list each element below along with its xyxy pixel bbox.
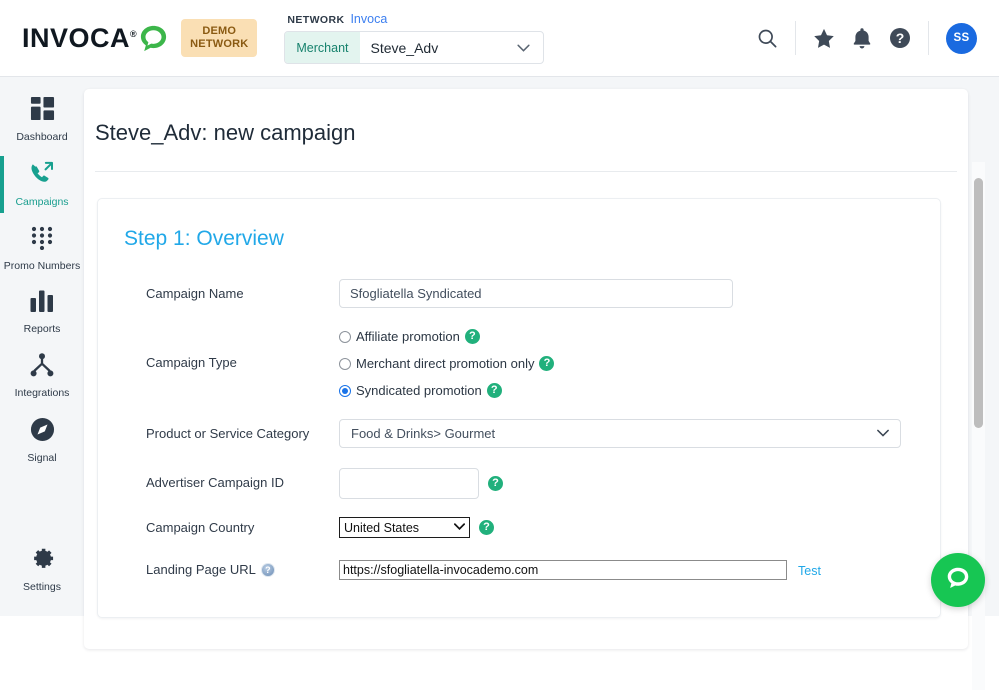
radio-button[interactable] xyxy=(339,331,351,343)
logo-wordmark: INVOCA® xyxy=(22,23,137,54)
network-breadcrumb: NETWORK Invoca xyxy=(284,12,544,26)
sidebar-item-label: Campaigns xyxy=(15,196,68,208)
nodes-icon xyxy=(30,353,54,382)
sidebar-item-label: Promo Numbers xyxy=(4,260,80,272)
chevron-down-icon xyxy=(454,522,465,533)
product-category-label: Product or Service Category xyxy=(146,419,339,441)
demo-badge-line2: NETWORK xyxy=(190,38,248,51)
step-overview-card: Step 1: Overview Campaign Name Sfogliate… xyxy=(97,198,941,618)
advertiser-campaign-id-input[interactable] xyxy=(339,468,479,499)
radio-option-syndicated[interactable]: Syndicated promotion ? xyxy=(339,379,502,402)
header-divider-2 xyxy=(928,21,929,55)
campaign-type-label: Campaign Type xyxy=(146,325,339,370)
gear-icon xyxy=(30,546,55,576)
help-circle-icon[interactable]: ? xyxy=(889,27,911,49)
keypad-dots-icon xyxy=(30,226,54,255)
sidebar-item-promo-numbers[interactable]: Promo Numbers xyxy=(0,217,84,281)
campaign-name-input[interactable]: Sfogliatella Syndicated xyxy=(339,279,733,308)
advertiser-campaign-id-label: Advertiser Campaign ID xyxy=(146,468,339,490)
radio-label: Syndicated promotion xyxy=(356,383,482,398)
network-selector-block: NETWORK Invoca Merchant Steve_Adv xyxy=(284,12,544,64)
svg-text:?: ? xyxy=(896,30,905,46)
vertical-scrollbar-track[interactable] xyxy=(972,162,985,690)
help-icon[interactable]: ? xyxy=(539,356,554,371)
campaign-country-value: United States xyxy=(344,521,419,535)
grid-icon xyxy=(30,96,55,126)
sidebar-nav: Dashboard Campaigns Promo Numbers xyxy=(0,77,84,616)
phone-forward-icon xyxy=(29,161,55,191)
merchant-tag-label: Merchant xyxy=(285,32,359,63)
sidebar-item-campaigns[interactable]: Campaigns xyxy=(0,152,84,217)
radio-option-affiliate[interactable]: Affiliate promotion ? xyxy=(339,325,480,348)
landing-page-url-label: Landing Page URL xyxy=(146,562,256,577)
main-content-area: Steve_Adv: new campaign Step 1: Overview… xyxy=(84,77,999,616)
chevron-down-icon xyxy=(517,42,543,54)
radio-button[interactable] xyxy=(339,358,351,370)
campaign-country-select[interactable]: United States xyxy=(339,517,470,538)
demo-network-badge: DEMO NETWORK xyxy=(181,19,257,57)
sidebar-item-signal[interactable]: Signal xyxy=(0,408,84,473)
top-header-bar: INVOCA® DEMO NETWORK NETWORK Invoca Merc… xyxy=(0,0,999,77)
radio-button[interactable] xyxy=(339,385,351,397)
demo-badge-line1: DEMO xyxy=(190,25,248,38)
landing-page-url-label-group: Landing Page URL ? xyxy=(146,560,339,577)
sidebar-item-dashboard[interactable]: Dashboard xyxy=(0,87,84,152)
registered-mark: ® xyxy=(130,29,137,39)
landing-page-url-input[interactable]: https://sfogliatella-invocademo.com xyxy=(339,560,787,580)
chevron-down-icon xyxy=(877,428,889,440)
header-actions: ? SS xyxy=(757,18,999,58)
product-category-value: Food & Drinks> Gourmet xyxy=(351,426,495,441)
sidebar-item-label: Integrations xyxy=(15,387,70,399)
radio-option-merchant-direct[interactable]: Merchant direct promotion only ? xyxy=(339,352,554,375)
help-icon[interactable]: ? xyxy=(261,563,275,577)
sidebar-item-integrations[interactable]: Integrations xyxy=(0,344,84,408)
field-row-campaign-name: Campaign Name Sfogliatella Syndicated xyxy=(98,279,940,308)
page-card: Steve_Adv: new campaign Step 1: Overview… xyxy=(84,89,968,649)
field-row-landing-page-url: Landing Page URL ? https://sfogliatella-… xyxy=(98,560,940,580)
speech-bubble-logo-icon xyxy=(138,23,169,54)
search-icon[interactable] xyxy=(757,28,778,49)
field-row-product-category: Product or Service Category Food & Drink… xyxy=(98,419,940,448)
sidebar-item-label: Reports xyxy=(24,323,61,335)
radio-label: Merchant direct promotion only xyxy=(356,356,534,371)
header-divider-1 xyxy=(795,21,796,55)
brand-logo[interactable]: INVOCA® DEMO NETWORK xyxy=(22,19,257,57)
network-name-link[interactable]: Invoca xyxy=(350,12,387,26)
campaign-name-label: Campaign Name xyxy=(146,279,339,301)
help-icon[interactable]: ? xyxy=(479,520,494,535)
compass-icon xyxy=(30,417,55,447)
help-icon[interactable]: ? xyxy=(487,383,502,398)
sidebar-item-label: Settings xyxy=(23,581,61,593)
sidebar-item-settings[interactable]: Settings xyxy=(0,537,84,602)
test-url-link[interactable]: Test xyxy=(798,562,821,578)
sidebar-item-reports[interactable]: Reports xyxy=(0,281,84,344)
page-title: Steve_Adv: new campaign xyxy=(84,89,968,146)
field-row-campaign-country: Campaign Country United States ? xyxy=(98,517,940,538)
sidebar-item-label: Signal xyxy=(27,452,56,464)
field-row-advertiser-campaign-id: Advertiser Campaign ID ? xyxy=(98,468,940,499)
vertical-scrollbar-thumb[interactable] xyxy=(974,178,983,428)
chat-widget-button[interactable] xyxy=(931,553,985,607)
radio-label: Affiliate promotion xyxy=(356,329,460,344)
help-icon[interactable]: ? xyxy=(465,329,480,344)
star-icon[interactable] xyxy=(813,28,835,49)
product-category-select[interactable]: Food & Drinks> Gourmet xyxy=(339,419,901,448)
bar-chart-icon xyxy=(30,290,54,318)
field-row-campaign-type: Campaign Type Affiliate promotion ? Merc… xyxy=(98,325,940,406)
merchant-selected-value: Steve_Adv xyxy=(360,40,518,56)
help-icon[interactable]: ? xyxy=(488,476,503,491)
campaign-country-label: Campaign Country xyxy=(146,517,339,535)
title-divider xyxy=(95,171,957,172)
avatar[interactable]: SS xyxy=(946,23,977,54)
network-label: NETWORK xyxy=(287,14,344,26)
sidebar-item-label: Dashboard xyxy=(16,131,67,143)
step-heading: Step 1: Overview xyxy=(98,227,940,251)
chat-bubble-icon xyxy=(944,564,972,597)
merchant-dropdown[interactable]: Merchant Steve_Adv xyxy=(284,31,544,64)
bell-icon[interactable] xyxy=(852,27,872,49)
